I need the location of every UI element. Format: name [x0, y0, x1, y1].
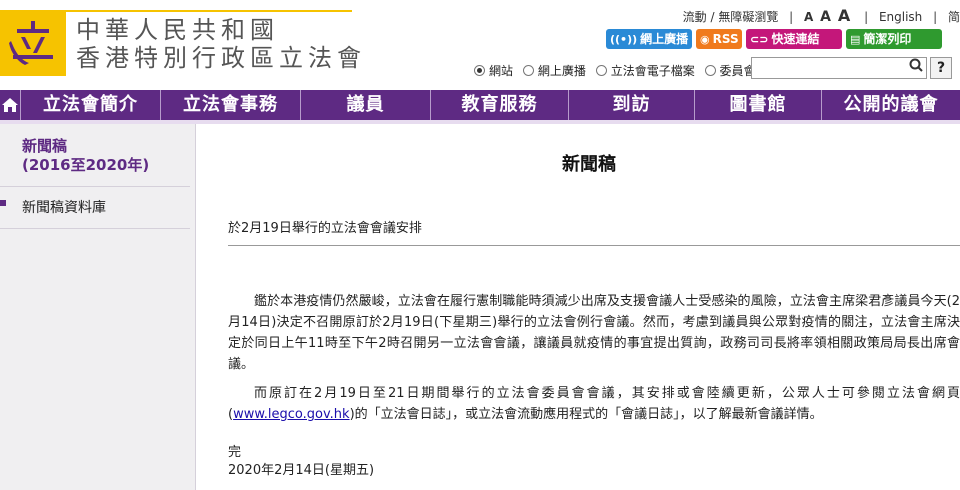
help-button[interactable]: ?: [930, 57, 952, 79]
sidebar-item-archive[interactable]: 新聞稿資料庫: [22, 197, 106, 217]
legco-logo[interactable]: [0, 10, 66, 76]
nav-item-members[interactable]: 議員: [300, 90, 430, 120]
site-name-line2: 香港特別行政區立法會: [76, 44, 366, 72]
search-input[interactable]: [751, 57, 927, 79]
paragraph-1: 鑑於本港疫情仍然嚴峻，立法會在履行憲制職能時須減少出席及支援會議人士受感染的風險…: [228, 294, 960, 372]
separator: |: [789, 10, 794, 24]
english-link[interactable]: English: [879, 10, 922, 24]
search-scope-webcast[interactable]: 網上廣播: [522, 62, 586, 79]
divider: [228, 245, 960, 246]
printer-icon: ▤: [850, 33, 861, 46]
font-size-medium-button[interactable]: A: [820, 9, 831, 25]
mobile-accessible-link[interactable]: 流動 / 無障礙瀏覽: [683, 8, 779, 25]
page-title: 新聞稿: [562, 154, 616, 175]
rss-button[interactable]: ◉ RSS: [696, 29, 742, 49]
site-name: 中華人民共和國 香港特別行政區立法會: [76, 16, 366, 72]
paragraph-2: 而原訂在2月19日至21日期間舉行的立法會委員會會議，其安排或會陸續更新，公眾人…: [228, 386, 960, 422]
search-scope-website[interactable]: 網站: [474, 62, 513, 79]
quick-links-button[interactable]: ⊂⊃ 快速連結: [746, 29, 842, 49]
radio-icon: [595, 65, 607, 76]
sidebar: 新聞稿 (2016至2020年) 新聞稿資料庫: [0, 124, 196, 490]
sidebar-title[interactable]: 新聞稿 (2016至2020年): [22, 137, 149, 175]
press-release-subject: 於2月19日舉行的立法會會議安排: [228, 221, 422, 236]
font-size-large-button[interactable]: A: [838, 6, 850, 25]
font-size-small-button[interactable]: A: [804, 10, 813, 24]
radio-icon: [522, 65, 534, 76]
nav-item-open-legco[interactable]: 公開的議會: [821, 90, 960, 120]
top-links: 流動 / 無障礙瀏覽 | A A A | English | 简: [683, 6, 960, 25]
nav-item-business[interactable]: 立法會事務: [160, 90, 300, 120]
nav-item-visit[interactable]: 到訪: [568, 90, 694, 120]
site-name-line1: 中華人民共和國: [76, 16, 279, 44]
divider: [0, 186, 190, 187]
nav-item-education[interactable]: 教育服務: [430, 90, 568, 120]
broadcast-icon: ((•)): [610, 33, 638, 46]
end-marker: 完: [228, 445, 242, 460]
bullet-icon: [0, 200, 6, 206]
legco-emblem-icon: [9, 21, 53, 65]
site-header: 中華人民共和國 香港特別行政區立法會 流動 / 無障礙瀏覽 | A A A | …: [0, 0, 960, 90]
header-buttons: ((•)) 網上廣播 ◉ RSS ⊂⊃ 快速連結 ▤ 簡潔列印: [606, 29, 946, 49]
nav-item-library[interactable]: 圖書館: [694, 90, 821, 120]
simplified-chinese-link[interactable]: 简: [948, 8, 960, 25]
rss-icon: ◉: [700, 33, 710, 46]
print-button[interactable]: ▤ 簡潔列印: [846, 29, 942, 49]
radio-icon: [704, 65, 716, 76]
webcast-button[interactable]: ((•)) 網上廣播: [606, 29, 692, 49]
release-date: 2020年2月14日(星期五): [228, 463, 375, 478]
link-icon: ⊂⊃: [750, 33, 769, 46]
legco-website-link[interactable]: www.legco.gov.hk: [233, 407, 350, 422]
search-icon[interactable]: [906, 58, 926, 78]
search-scope-committee[interactable]: 委員會: [704, 62, 756, 79]
nav-item-about[interactable]: 立法會簡介: [20, 90, 160, 120]
search-scope-archive[interactable]: 立法會電子檔案: [595, 62, 695, 79]
separator: |: [864, 10, 869, 24]
divider: [0, 228, 190, 229]
search-scope-group: 網站 網上廣播 立法會電子檔案 委員會: [474, 62, 762, 79]
main-nav: 立法會簡介 立法會事務 議員 教育服務 到訪 圖書館 公開的議會: [0, 90, 960, 120]
home-icon[interactable]: [0, 90, 20, 120]
radio-selected-icon: [474, 65, 485, 76]
separator: |: [933, 10, 938, 24]
